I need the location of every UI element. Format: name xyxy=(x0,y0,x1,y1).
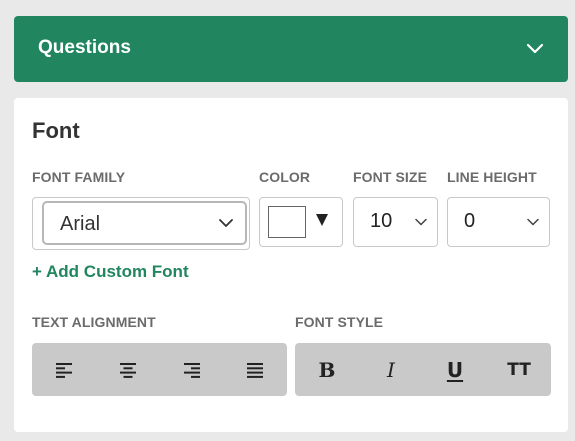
color-swatch xyxy=(268,206,306,238)
font-family-value: Arial xyxy=(60,213,101,235)
accordion-title: Questions xyxy=(38,37,131,58)
caret-down-icon xyxy=(316,214,328,226)
chevron-down-icon xyxy=(219,219,233,227)
uppercase-icon: TT xyxy=(507,359,531,380)
bold-icon: B xyxy=(318,357,336,382)
add-custom-font-link[interactable]: + Add Custom Font xyxy=(32,262,189,282)
align-left-button[interactable] xyxy=(32,343,96,396)
line-height-label: LINE HEIGHT xyxy=(447,169,537,185)
underline-icon: U xyxy=(446,357,464,382)
font-family-label: FONT FAMILY xyxy=(32,169,126,185)
align-center-button[interactable] xyxy=(96,343,160,396)
font-style-label: FONT STYLE xyxy=(295,314,384,330)
bold-button[interactable]: B xyxy=(295,343,359,396)
panel-title: Font xyxy=(32,118,80,143)
align-justify-icon xyxy=(247,362,263,378)
align-center-icon xyxy=(120,362,136,378)
underline-button[interactable]: U xyxy=(423,343,487,396)
align-right-icon xyxy=(184,362,200,378)
font-size-label: FONT SIZE xyxy=(353,169,428,185)
color-picker[interactable] xyxy=(259,197,343,247)
text-alignment-group xyxy=(32,343,287,396)
line-height-value: 0 xyxy=(464,210,476,232)
italic-button[interactable]: I xyxy=(359,343,423,396)
chevron-down-icon xyxy=(527,218,539,226)
color-label: COLOR xyxy=(259,169,311,185)
uppercase-button[interactable]: TT xyxy=(487,343,551,396)
font-settings-panel: Font FONT FAMILY COLOR FONT SIZE LINE HE… xyxy=(14,98,568,432)
chevron-down-icon[interactable] xyxy=(526,40,544,58)
text-alignment-label: TEXT ALIGNMENT xyxy=(32,314,156,330)
align-right-button[interactable] xyxy=(160,343,224,396)
font-family-select[interactable]: Arial xyxy=(42,201,247,245)
font-size-select[interactable]: 10 xyxy=(353,197,438,247)
chevron-down-icon xyxy=(415,218,427,226)
align-left-icon xyxy=(56,362,72,378)
line-height-select[interactable]: 0 xyxy=(447,197,550,247)
align-justify-button[interactable] xyxy=(223,343,287,396)
italic-icon: I xyxy=(387,357,395,382)
font-size-value: 10 xyxy=(370,210,393,232)
font-style-group: B I U TT xyxy=(295,343,551,396)
questions-accordion-header[interactable]: Questions xyxy=(14,16,568,82)
